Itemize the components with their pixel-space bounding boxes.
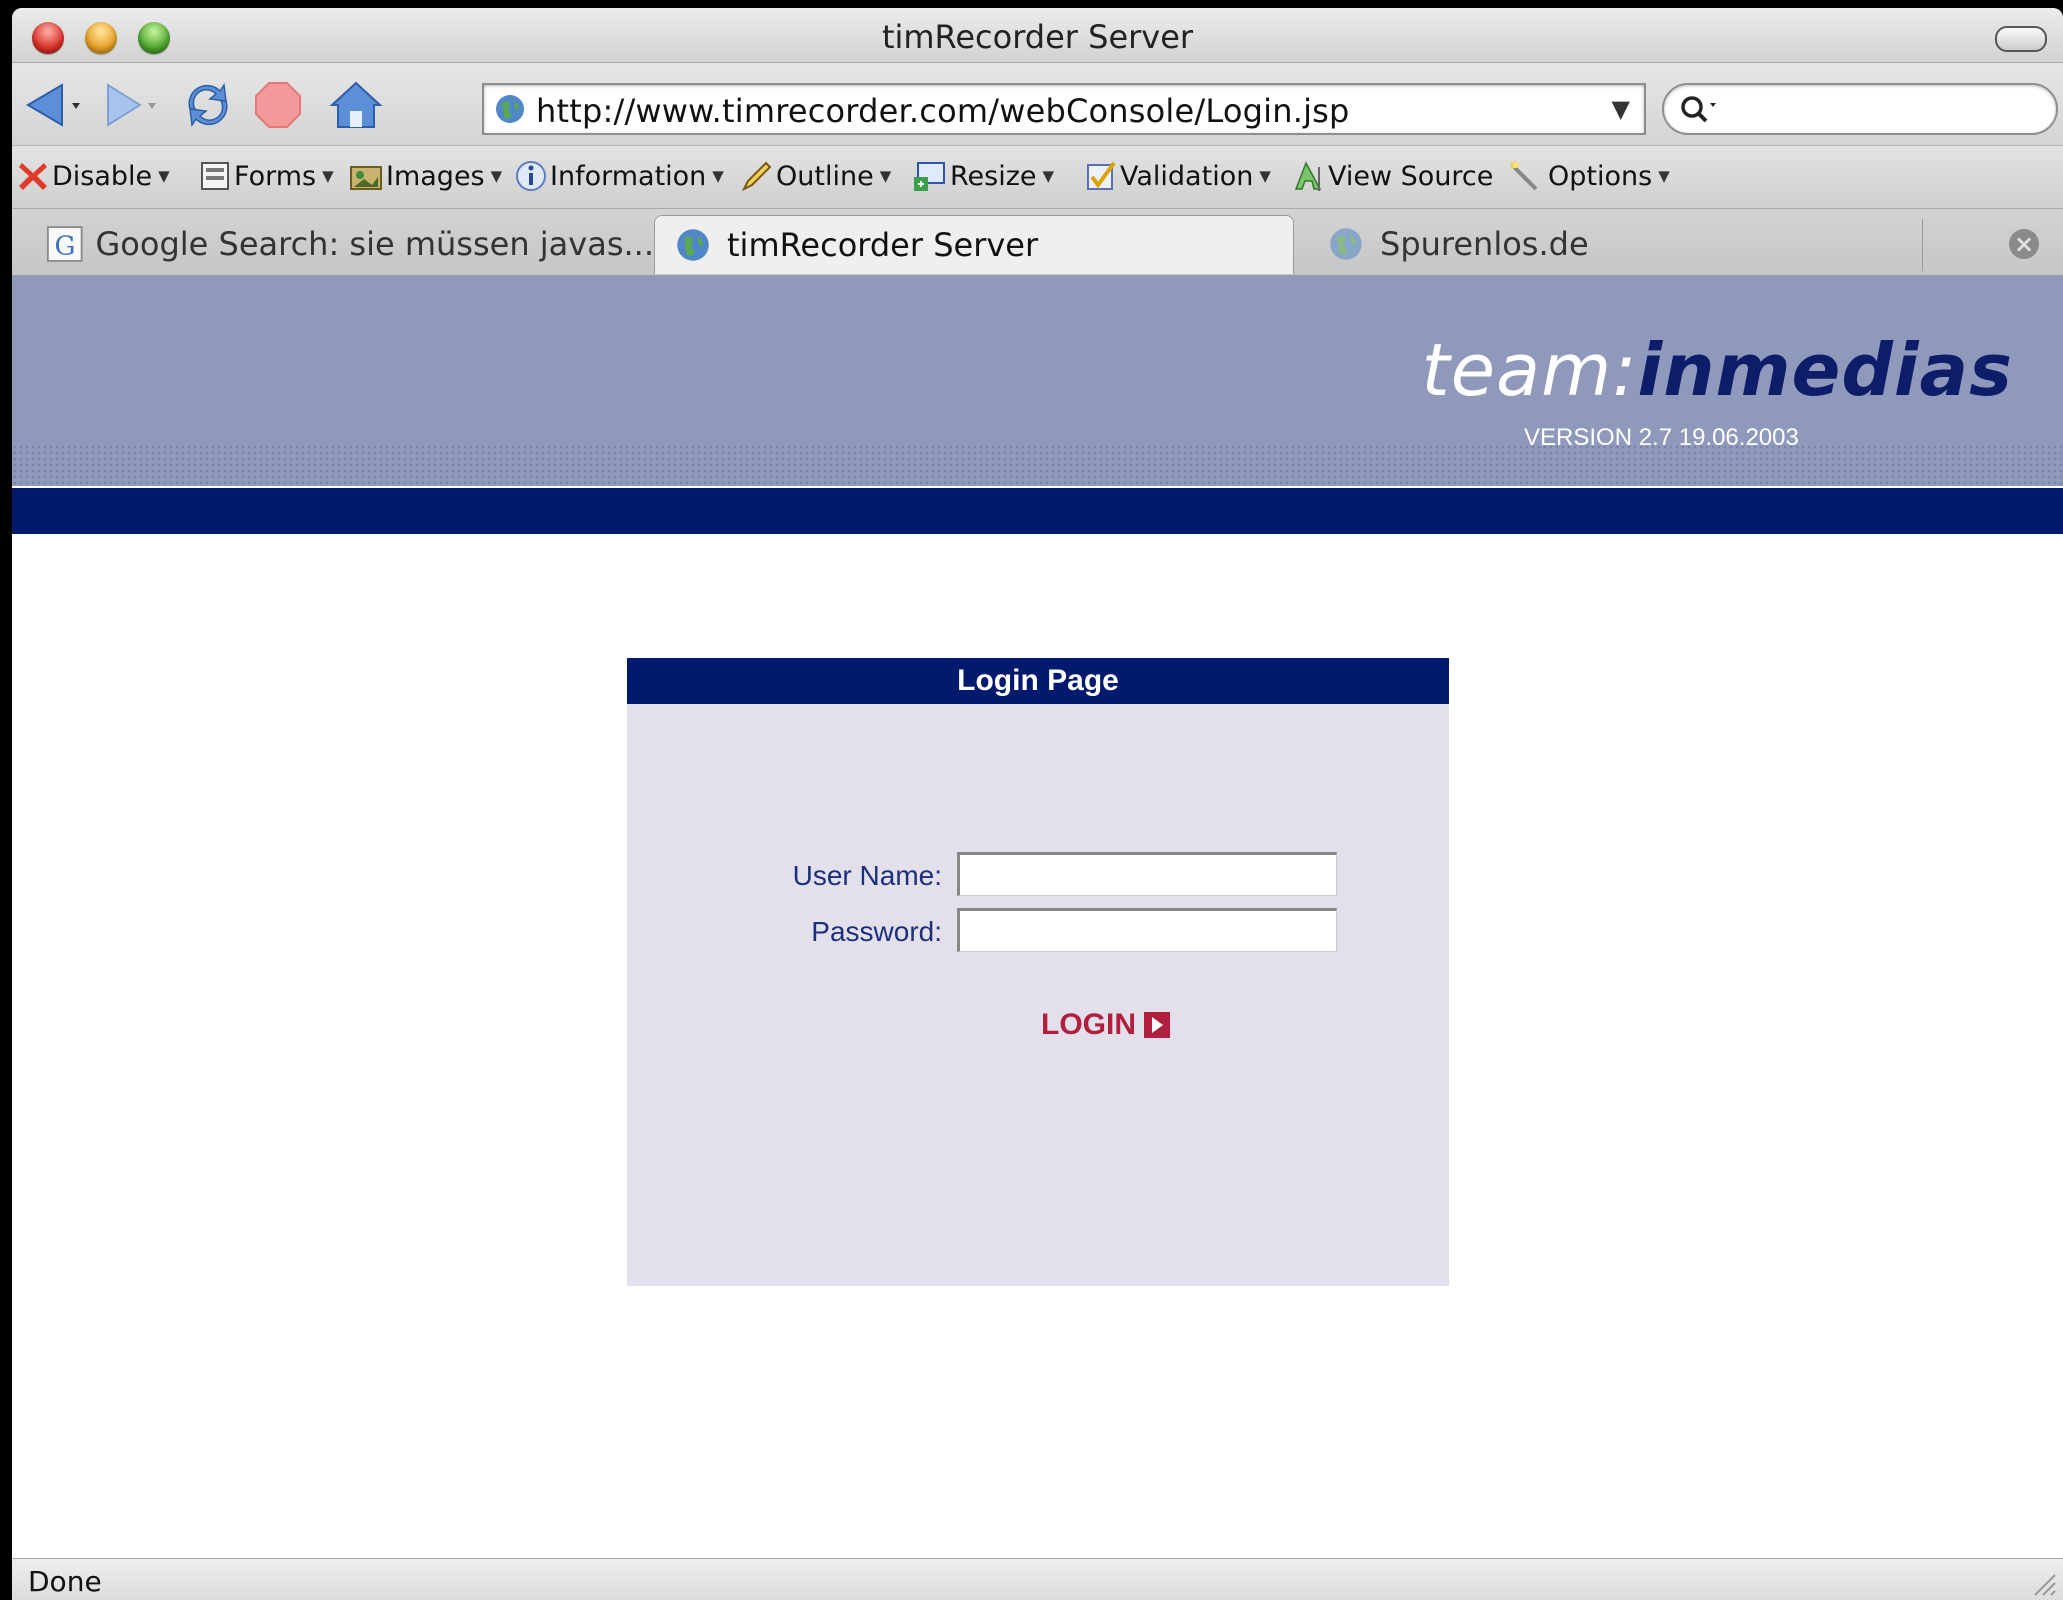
validation-menu[interactable]: Validation ▼ bbox=[1084, 158, 1271, 194]
tab-bar: G Google Search: sie müssen javas... tim… bbox=[12, 209, 2063, 277]
tab-divider bbox=[1922, 219, 1923, 271]
view-source-label: View Source bbox=[1328, 160, 1494, 192]
site-banner: team:inmedias VERSION 2.7 19.06.2003 bbox=[12, 276, 2063, 486]
outline-menu-label: Outline bbox=[776, 160, 874, 192]
forward-arrow-icon bbox=[107, 83, 156, 127]
username-input[interactable] bbox=[957, 852, 1337, 896]
browser-window: timRecorder Server http://www.timrecorde… bbox=[12, 8, 2063, 1600]
username-label: User Name: bbox=[792, 860, 942, 891]
images-icon bbox=[350, 166, 382, 190]
home-button[interactable] bbox=[328, 79, 383, 131]
window-title: timRecorder Server bbox=[881, 18, 1194, 56]
password-label: Password: bbox=[811, 916, 942, 947]
login-button-label: LOGIN bbox=[1041, 1008, 1136, 1041]
options-icon bbox=[1510, 161, 1538, 191]
reload-button[interactable] bbox=[180, 79, 232, 131]
options-menu-label: Options bbox=[1548, 160, 1653, 192]
forms-menu-label: Forms bbox=[234, 160, 317, 192]
forms-menu[interactable]: Forms ▼ bbox=[198, 158, 334, 194]
validation-menu-label: Validation bbox=[1120, 160, 1254, 192]
stop-button[interactable] bbox=[252, 79, 304, 131]
login-panel: Login Page User Name: Password: LOGIN bbox=[627, 658, 1449, 1286]
validation-icon bbox=[1087, 161, 1116, 190]
search-field[interactable] bbox=[1662, 83, 2058, 135]
information-menu-label: Information bbox=[550, 160, 707, 192]
toolbar-toggle-button[interactable] bbox=[1995, 26, 2047, 52]
disable-menu-label: Disable bbox=[52, 160, 153, 192]
options-menu[interactable]: Options ▼ bbox=[1506, 158, 1670, 194]
url-history-dropdown-icon[interactable]: ▼ bbox=[1612, 95, 1630, 123]
tab-label: Spurenlos.de bbox=[1380, 225, 1589, 263]
disable-menu[interactable]: Disable ▼ bbox=[16, 158, 170, 194]
resize-menu-label: Resize bbox=[950, 160, 1037, 192]
view-source-button[interactable]: View Source bbox=[1292, 158, 1493, 194]
google-icon: G bbox=[46, 226, 83, 262]
web-developer-toolbar: Disable ▼ Forms ▼ Images ▼ Information ▼ Out… bbox=[12, 146, 2063, 209]
globe-icon bbox=[677, 229, 709, 261]
stop-icon bbox=[255, 82, 301, 128]
arrow-right-icon bbox=[1144, 1012, 1170, 1038]
forms-icon bbox=[201, 162, 229, 190]
images-menu-label: Images bbox=[386, 160, 485, 192]
site-globe-icon bbox=[496, 95, 524, 123]
outline-icon bbox=[741, 161, 772, 192]
back-button[interactable] bbox=[22, 79, 80, 131]
disable-icon bbox=[19, 163, 47, 190]
tab-label: timRecorder Server bbox=[727, 226, 1039, 264]
resize-grip-icon[interactable] bbox=[2027, 1567, 2057, 1597]
outline-menu[interactable]: Outline ▼ bbox=[740, 158, 891, 194]
globe-icon bbox=[1330, 228, 1362, 260]
information-icon bbox=[516, 161, 546, 191]
status-bar: Done bbox=[12, 1558, 2063, 1600]
url-text: http://www.timrecorder.com/webConsole/Lo… bbox=[536, 92, 1350, 130]
navigation-toolbar: http://www.timrecorder.com/webConsole/Lo… bbox=[12, 63, 2063, 146]
images-menu[interactable]: Images ▼ bbox=[348, 158, 502, 194]
status-text: Done bbox=[28, 1565, 102, 1598]
reload-icon bbox=[188, 82, 228, 128]
svg-text:G: G bbox=[54, 231, 75, 261]
version-text: VERSION 2.7 19.06.2003 bbox=[1524, 424, 1799, 451]
page-content: team:inmedias VERSION 2.7 19.06.2003 Log… bbox=[12, 276, 2063, 1567]
close-tab-icon[interactable]: × bbox=[2009, 229, 2039, 259]
title-bar: timRecorder Server bbox=[12, 8, 2063, 63]
view-source-icon bbox=[1294, 161, 1322, 191]
search-icon bbox=[1681, 96, 1716, 123]
tab-timrecorder-server[interactable]: timRecorder Server bbox=[654, 215, 1294, 274]
password-input[interactable] bbox=[957, 908, 1337, 952]
tab-google-search[interactable]: G Google Search: sie müssen javas... bbox=[34, 215, 654, 273]
resize-icon bbox=[914, 162, 945, 191]
team-inmedias-logo: team:inmedias bbox=[1421, 328, 2013, 412]
login-button[interactable]: LOGIN bbox=[1041, 1007, 1170, 1043]
home-icon bbox=[329, 81, 383, 128]
resize-menu[interactable]: Resize ▼ bbox=[912, 158, 1054, 194]
information-menu[interactable]: Information ▼ bbox=[514, 158, 724, 194]
address-bar[interactable]: http://www.timrecorder.com/webConsole/Lo… bbox=[482, 83, 1646, 135]
tab-spurenlos[interactable]: Spurenlos.de bbox=[1308, 215, 1908, 273]
forward-button[interactable] bbox=[100, 79, 156, 131]
login-heading: Login Page bbox=[627, 658, 1449, 704]
tab-label: Google Search: sie müssen javas... bbox=[95, 225, 655, 263]
back-arrow-icon bbox=[26, 83, 80, 127]
navigation-stripe bbox=[12, 488, 2063, 534]
